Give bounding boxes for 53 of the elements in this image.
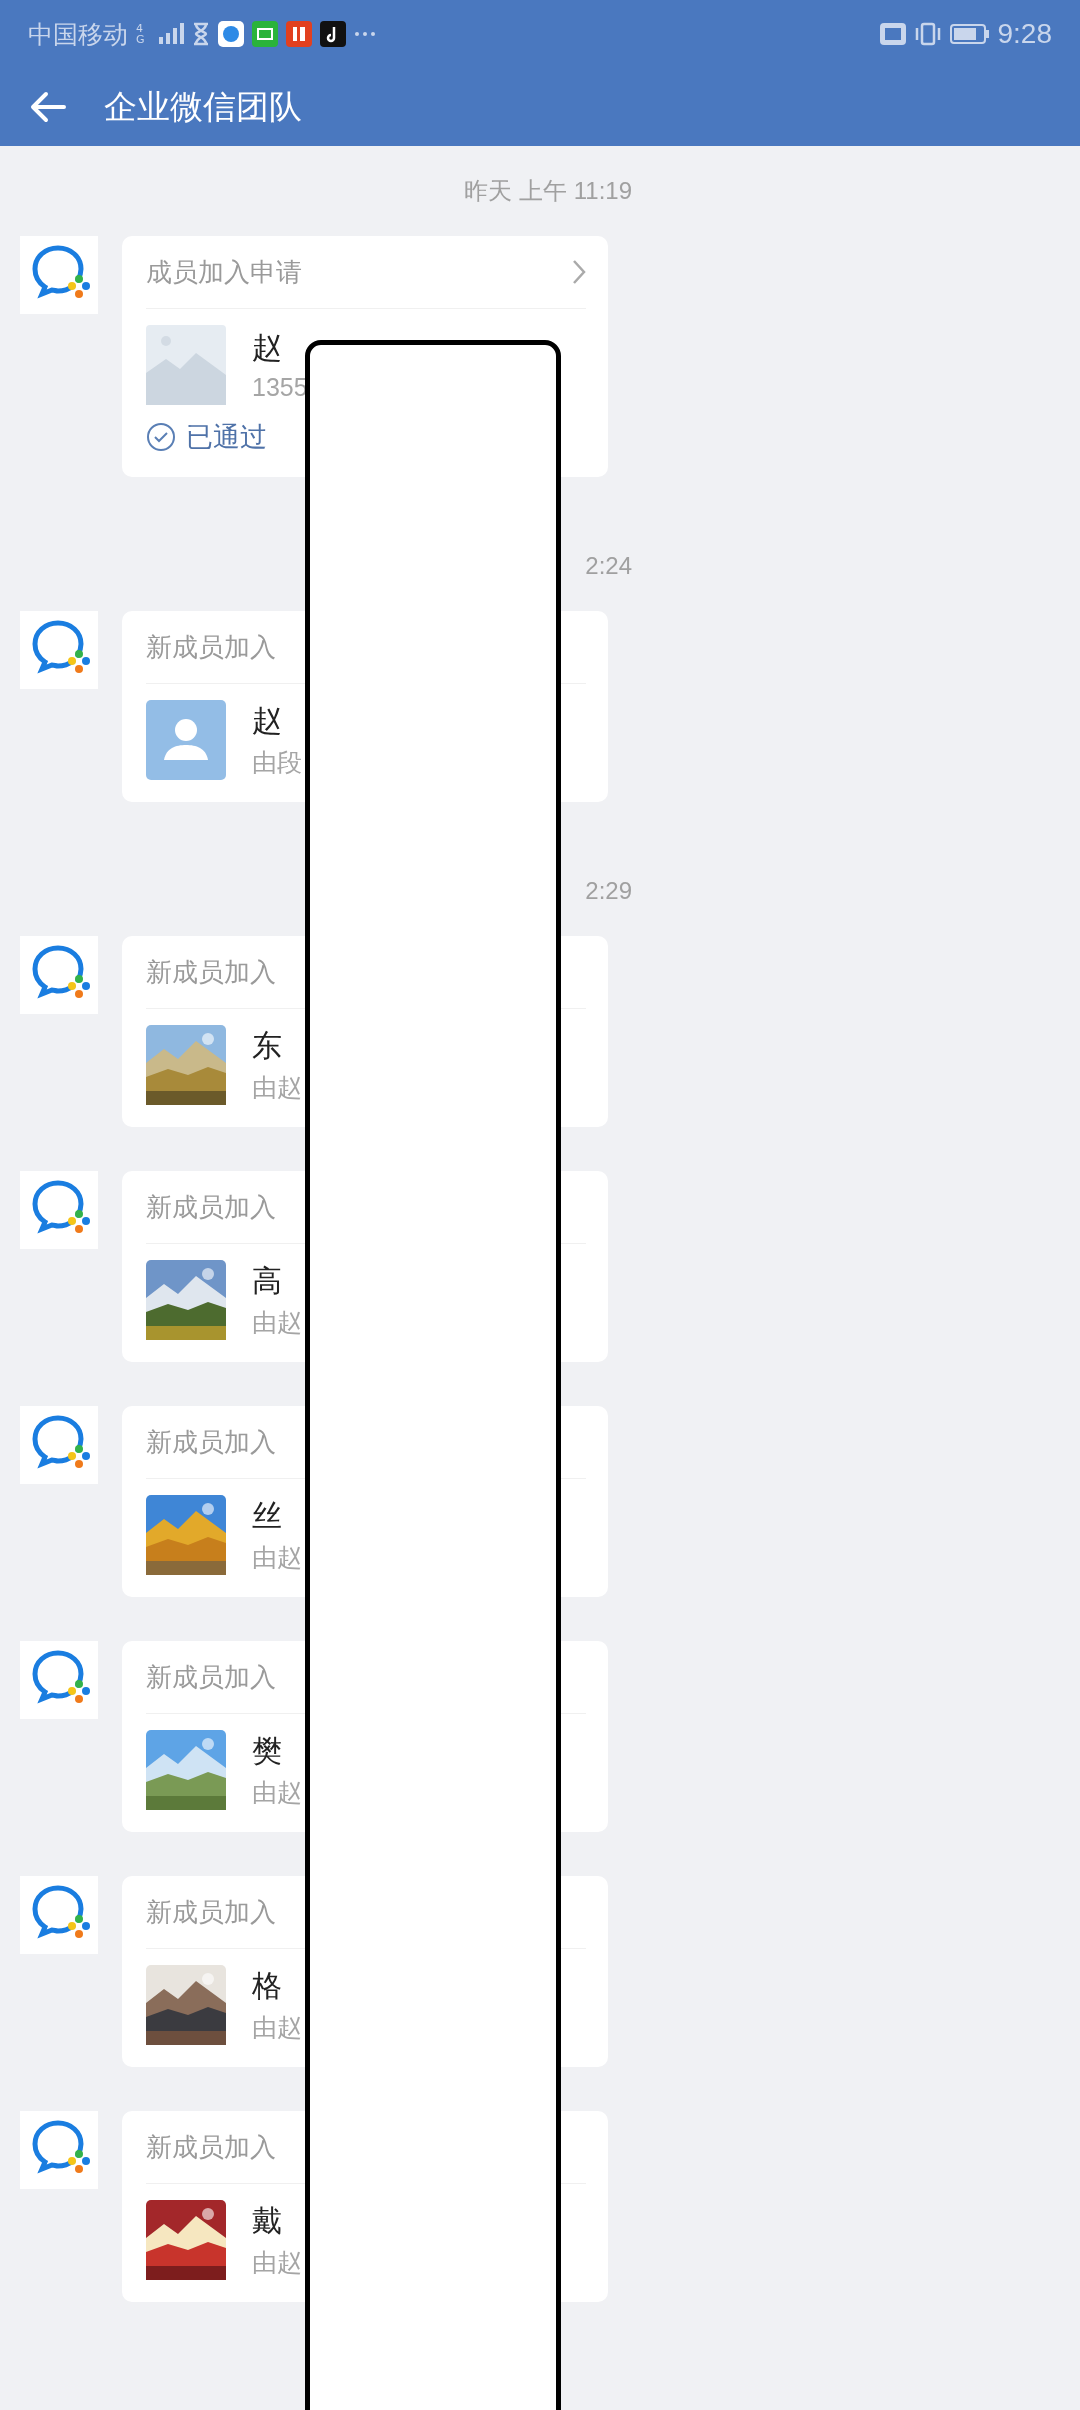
check-circle-icon <box>146 422 176 452</box>
member-detail: 1355 <box>252 373 308 402</box>
app-icon <box>218 21 244 47</box>
member-name: 东 <box>252 1027 283 1065</box>
app-icon <box>252 21 278 47</box>
member-detail: 由赵 <box>252 1072 302 1103</box>
card-title: 新成员加入 <box>146 955 276 989</box>
more-icon <box>354 31 376 37</box>
clock-time: 9:28 <box>997 18 1052 50</box>
chat-bubble-logo-icon <box>20 236 98 314</box>
app-icon <box>320 21 346 47</box>
chat-bubble-logo-icon <box>20 1641 98 1719</box>
hourglass-icon <box>192 22 210 46</box>
card-title: 新成员加入 <box>146 1895 276 1929</box>
timestamp: 2:29 <box>585 877 632 905</box>
member-name: 丝 <box>252 1497 283 1535</box>
carrier-name: 中国移动 <box>28 18 128 51</box>
member-detail: 由赵 <box>252 2247 302 2278</box>
person-avatar-icon <box>146 700 226 780</box>
chat-title: 企业微信团队 <box>104 85 302 128</box>
card-title: 新成员加入 <box>146 630 276 664</box>
network-type: 4G <box>136 23 146 45</box>
chat-bubble-logo-icon <box>20 936 98 1014</box>
approval-status: 已通过 <box>186 420 267 454</box>
image-placeholder-icon <box>146 325 226 405</box>
member-name: 高 <box>252 1262 283 1300</box>
member-name: 赵 <box>252 329 283 367</box>
member-detail: 由段 <box>252 747 302 778</box>
chat-bubble-logo-icon <box>20 2111 98 2189</box>
timestamp: 2:24 <box>585 552 632 580</box>
card-title: 新成员加入 <box>146 1190 276 1224</box>
member-name: 戴 <box>252 2202 283 2240</box>
chat-bubble-logo-icon <box>20 1406 98 1484</box>
timestamp: 昨天 上午 11:19 <box>464 176 632 206</box>
member-name: 赵 <box>252 702 283 740</box>
card-title: 新成员加入 <box>146 2130 276 2164</box>
member-detail: 由赵 <box>252 1777 302 1808</box>
vibrate-icon <box>913 22 942 46</box>
back-arrow-icon[interactable] <box>30 91 66 123</box>
card-title: 新成员加入 <box>146 1425 276 1459</box>
signal-icon <box>158 23 184 45</box>
card-title: 成员加入申请 <box>146 255 302 289</box>
battery-icon <box>949 23 990 45</box>
member-detail: 由赵 <box>252 1542 302 1573</box>
member-detail: 由赵 <box>252 1307 302 1338</box>
card-title: 新成员加入 <box>146 1660 276 1694</box>
app-icon <box>286 21 312 47</box>
member-name: 樊 <box>252 1732 283 1770</box>
chat-bubble-logo-icon <box>20 1876 98 1954</box>
chat-bubble-logo-icon <box>20 1171 98 1249</box>
member-detail: 由赵 <box>252 2012 302 2043</box>
chat-bubble-logo-icon <box>20 611 98 689</box>
member-name: 格 <box>252 1967 283 2005</box>
